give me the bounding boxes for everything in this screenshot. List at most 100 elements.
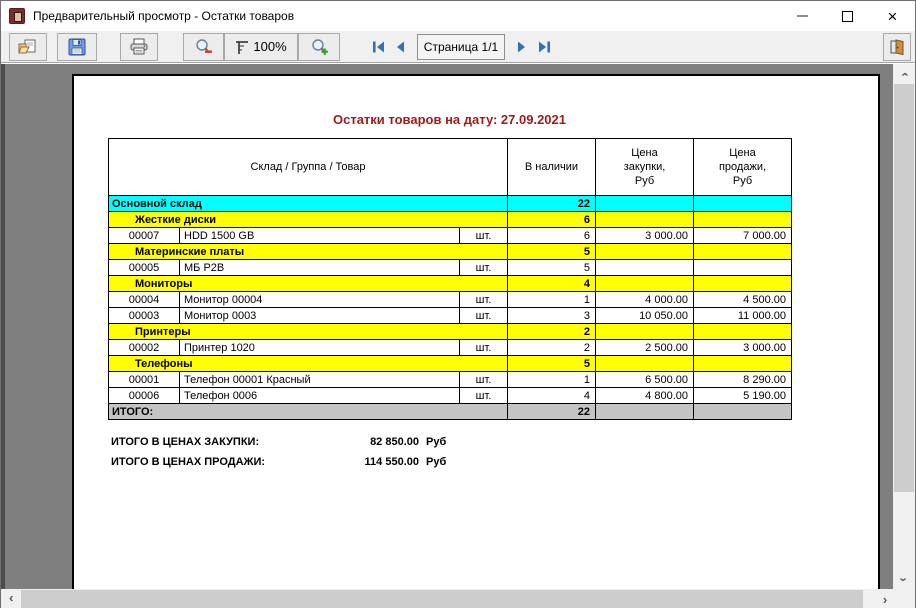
magnifier-plus-icon — [310, 38, 329, 56]
table-cell: 00001 — [109, 372, 180, 388]
table-cell: 2 — [508, 324, 596, 340]
zoom-in-button[interactable] — [298, 33, 340, 61]
header-purchase-column: Цена закупки, Руб — [596, 139, 694, 196]
last-page-icon — [537, 40, 552, 54]
chevron-right-icon: › — [883, 592, 887, 607]
table-row-group: Материнские платы5 — [109, 244, 792, 260]
table-row-item: 00003Монитор 0003шт.310 050.0011 000.00 — [109, 308, 792, 324]
table-cell — [596, 196, 694, 212]
table-cell: 4 — [508, 276, 596, 292]
table-cell: 00003 — [109, 308, 180, 324]
total-purchase-value: 82 850.00 — [343, 436, 419, 448]
previous-page-button[interactable] — [389, 35, 411, 59]
report-table: Склад / Группа / Товар В наличии Цена за… — [108, 138, 792, 420]
table-cell — [596, 356, 694, 372]
table-cell: 00005 — [109, 260, 180, 276]
minimize-button[interactable] — [780, 1, 825, 31]
total-sale-value: 114 550.00 — [343, 456, 419, 468]
table-cell: 5 — [508, 260, 596, 276]
table-cell: 4 — [508, 388, 596, 404]
titlebar: Предварительный просмотр - Остатки товар… — [1, 1, 915, 31]
table-cell: шт. — [460, 260, 508, 276]
table-cell — [694, 356, 792, 372]
table-cell — [596, 404, 694, 420]
table-cell — [694, 244, 792, 260]
header-qty-column: В наличии — [508, 139, 596, 196]
header-sale-column: Цена продажи, Руб — [694, 139, 792, 196]
total-sale-line: ИТОГО В ЦЕНАХ ПРОДАЖИ: 114 550.00 Руб — [111, 452, 446, 472]
table-cell: Основной склад — [109, 196, 508, 212]
app-icon — [9, 8, 25, 24]
table-cell — [694, 196, 792, 212]
table-cell — [694, 260, 792, 276]
door-exit-icon — [888, 38, 906, 56]
close-icon: × — [888, 8, 898, 25]
table-cell: 22 — [508, 404, 596, 420]
maximize-icon — [842, 11, 853, 22]
magnifier-minus-icon — [194, 38, 213, 56]
table-cell — [596, 276, 694, 292]
maximize-button[interactable] — [825, 1, 870, 31]
table-cell: 00007 — [109, 228, 180, 244]
floppy-disk-icon — [68, 38, 86, 56]
total-purchase-currency: Руб — [426, 436, 446, 448]
table-cell: Принтер 1020 — [180, 340, 460, 356]
table-cell — [694, 404, 792, 420]
table-cell: 5 — [508, 244, 596, 260]
zoom-out-button[interactable] — [183, 33, 224, 61]
table-cell: 6 500.00 — [596, 372, 694, 388]
table-cell: Материнские платы — [109, 244, 508, 260]
print-button[interactable] — [120, 33, 158, 61]
exit-preview-button[interactable] — [883, 33, 911, 61]
next-page-icon — [516, 40, 528, 54]
table-row-group: Жесткие диски6 — [109, 212, 792, 228]
scroll-down-button[interactable]: › — [893, 569, 915, 589]
table-cell: 5 190.00 — [694, 388, 792, 404]
table-cell: Телефон 00001 Красный — [180, 372, 460, 388]
table-cell: 00006 — [109, 388, 180, 404]
table-row-item: 00005МБ Р2Вшт.5 — [109, 260, 792, 276]
table-cell — [694, 324, 792, 340]
table-row-item: 00006Телефон 0006шт.44 800.005 190.00 — [109, 388, 792, 404]
window-controls: × — [780, 1, 915, 31]
first-page-icon — [371, 40, 386, 54]
chevron-up-icon: › — [897, 72, 912, 76]
table-cell: 2 500.00 — [596, 340, 694, 356]
vertical-scrollbar[interactable]: › › — [893, 64, 915, 589]
vertical-scrollbar-thumb[interactable] — [894, 84, 914, 492]
zoom-scale-button[interactable]: 100% — [224, 33, 298, 61]
table-cell — [694, 276, 792, 292]
total-purchase-label: ИТОГО В ЦЕНАХ ЗАКУПКИ: — [111, 436, 343, 448]
open-button[interactable] — [9, 33, 47, 61]
table-cell: 00002 — [109, 340, 180, 356]
table-cell: 2 — [508, 340, 596, 356]
table-cell — [596, 212, 694, 228]
scroll-right-button[interactable]: › — [875, 589, 895, 608]
scroll-left-button[interactable]: › — [1, 589, 21, 608]
folder-open-icon — [18, 39, 38, 55]
first-page-button[interactable] — [367, 35, 389, 59]
table-cell: 4 800.00 — [596, 388, 694, 404]
table-cell: 8 290.00 — [694, 372, 792, 388]
table-cell: 3 — [508, 308, 596, 324]
last-page-button[interactable] — [533, 35, 555, 59]
table-row-group: Принтеры2 — [109, 324, 792, 340]
zoom-level-label: 100% — [253, 39, 286, 54]
scroll-up-button[interactable]: › — [893, 64, 915, 84]
report-totals: ИТОГО В ЦЕНАХ ЗАКУПКИ: 82 850.00 Руб ИТО… — [111, 432, 446, 472]
horizontal-scrollbar-thumb[interactable] — [21, 590, 863, 608]
report-page: Остатки товаров на дату: 27.09.2021 Скла… — [72, 74, 880, 608]
save-button[interactable] — [57, 33, 97, 61]
next-page-button[interactable] — [511, 35, 533, 59]
ruler-icon — [235, 39, 249, 55]
table-cell: 7 000.00 — [694, 228, 792, 244]
table-row-total: ИТОГО:22 — [109, 404, 792, 420]
table-cell: 4 000.00 — [596, 292, 694, 308]
table-cell: шт. — [460, 292, 508, 308]
horizontal-scrollbar[interactable]: › › — [1, 589, 895, 608]
table-row-item: 00002Принтер 1020шт.22 500.003 000.00 — [109, 340, 792, 356]
table-cell: Монитор 00004 — [180, 292, 460, 308]
close-button[interactable]: × — [870, 1, 915, 31]
table-row-item: 00007HDD 1500 GBшт.63 000.007 000.00 — [109, 228, 792, 244]
table-cell: HDD 1500 GB — [180, 228, 460, 244]
